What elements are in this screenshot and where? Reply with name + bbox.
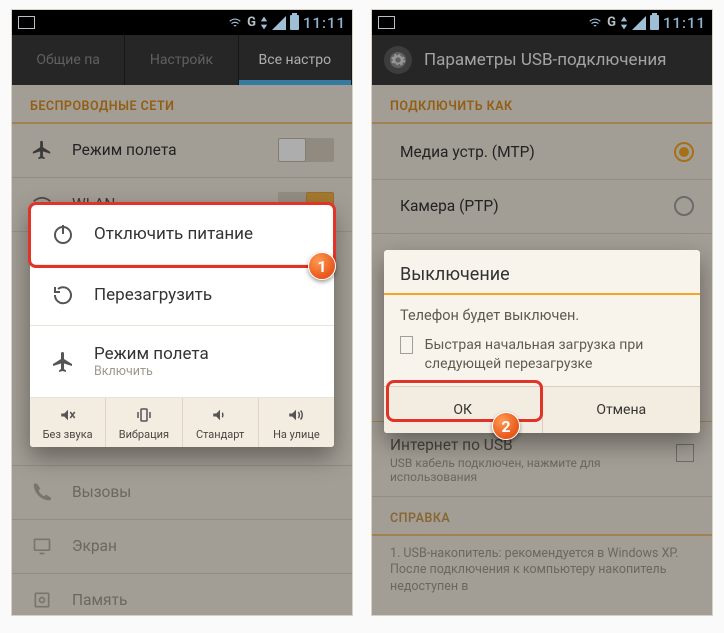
restart-label: Перезагрузить [94,285,212,305]
airplane-label: Режим полета [94,344,209,364]
battery-icon [650,15,659,30]
wifi-icon [227,16,243,30]
airplane-switch[interactable] [278,138,334,162]
phone-icon [30,482,54,502]
row-screen-label: Экран [72,537,334,555]
section-wireless: БЕСПРОВОДНЫЕ СЕТИ [12,85,352,122]
screenshot-icon [378,16,395,29]
settings-tabs: Общие па Настройк Все настро [12,35,352,85]
restart-item[interactable]: Перезагрузить [30,265,334,326]
power-icon [50,222,76,246]
dialog-cancel-button[interactable]: Отмена [543,387,701,433]
row-memory[interactable]: Память [12,574,352,616]
dialog-body: Телефон будет выключен. [384,295,700,326]
radio-mtp[interactable] [674,142,694,162]
row-screen[interactable]: Экран [12,520,352,574]
fastboot-check[interactable] [400,336,413,354]
battery-icon [290,15,299,30]
usb-net-check[interactable] [676,444,694,462]
sound-outdoor[interactable]: На улице [259,398,334,447]
row-ptp[interactable]: Камера (PTP) [372,180,712,234]
sound-standard[interactable]: Стандарт [183,398,259,447]
airplane-item[interactable]: Режим полета Включить [30,326,334,398]
row-airplane[interactable]: Режим полета [12,124,352,178]
action-bar: Параметры USB-подключения [372,35,712,85]
power-off-label: Отключить питание [94,224,253,244]
status-bar: G 11:11 [372,10,712,35]
clock: 11:11 [663,14,706,32]
section-help: СПРАВКА [372,497,712,534]
airplane-icon [30,139,54,161]
restart-icon [50,283,76,307]
up-down-icon [260,16,268,30]
row-usb-net[interactable]: Интернет по USB USB кабель подключен, на… [372,424,712,497]
row-mtp-label: Медиа устр. (MTP) [390,143,656,161]
row-usb-net-sub: USB кабель подключен, нажмите для исполь… [390,456,658,484]
signal-icon [632,16,646,30]
dialog-title: Выключение [384,250,700,295]
badge-2: 2 [492,412,520,440]
power-off-item[interactable]: Отключить питание [30,204,334,265]
row-ptp-label: Камера (PTP) [390,197,656,215]
tab-all-settings[interactable]: Все настро [239,35,352,85]
divider [12,122,352,124]
sound-silent[interactable]: Без звука [30,398,106,447]
dialog-fastboot-row[interactable]: Быстрая начальная загрузка при следующей… [384,326,700,387]
row-memory-label: Память [72,591,334,609]
help-text: 1. USB-накопитель: рекомендуется в Windo… [372,538,712,605]
tab-settings[interactable]: Настройк [125,35,238,85]
row-airplane-label: Режим полета [72,141,260,159]
storage-icon [30,590,54,610]
airplane-icon [50,350,76,374]
shutdown-dialog: Выключение Телефон будет выключен. Быстр… [384,250,700,433]
wifi-icon [587,16,603,30]
sound-mode-bar: Без звука Вибрация Стандарт На улице [30,398,334,447]
gear-icon [384,46,412,74]
row-usb-net-label: Интернет по USB [390,436,658,454]
status-bar: G 11:11 [12,10,352,35]
row-mtp[interactable]: Медиа устр. (MTP) [372,126,712,180]
network-type: G [247,15,256,30]
display-icon [30,536,54,556]
network-type: G [607,15,616,30]
phone-right: G 11:11 Параметры USB-подключения ПОДКЛЮ… [372,10,712,615]
badge-1: 1 [308,252,336,280]
section-connect-as: ПОДКЛЮЧИТЬ КАК [372,85,712,122]
row-calls[interactable]: Вызовы [12,466,352,520]
dialog-check-label: Быстрая начальная загрузка при следующей… [425,336,684,374]
sound-vibrate[interactable]: Вибрация [106,398,182,447]
divider [372,122,712,124]
up-down-icon [620,16,628,30]
tab-common[interactable]: Общие па [12,35,125,85]
airplane-sub: Включить [94,364,209,379]
phone-left: G 11:11 Общие па Настройк Все настро БЕС… [12,10,352,615]
clock: 11:11 [303,14,346,32]
radio-ptp[interactable] [674,196,694,216]
page-title: Параметры USB-подключения [424,50,667,70]
screenshot-icon [18,16,35,29]
divider [372,534,712,536]
signal-icon [272,16,286,30]
row-calls-label: Вызовы [72,483,334,501]
power-menu: Отключить питание Перезагрузить Режим по… [30,204,334,447]
